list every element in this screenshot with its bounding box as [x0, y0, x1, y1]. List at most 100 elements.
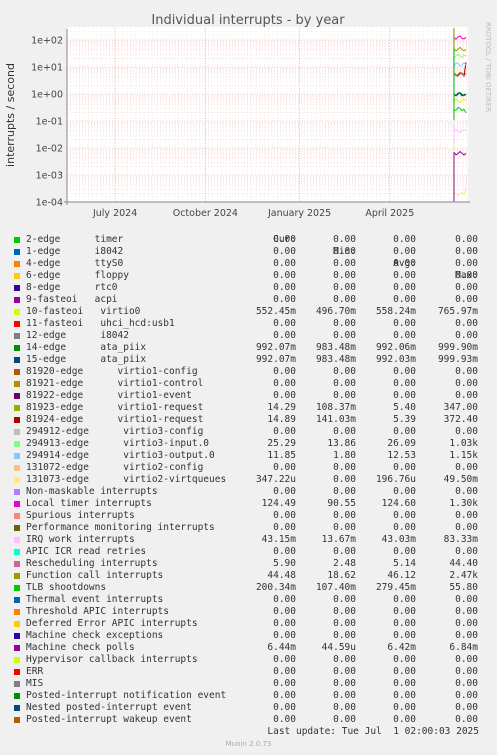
legend-row: Deferred Error APIC interrupts 0.00 0.00 0.… — [12, 618, 492, 630]
y-tick-label: 1e-03 — [36, 171, 63, 182]
legend-cur: 347.22u — [255, 474, 296, 485]
legend-max: 0.00 — [455, 258, 478, 269]
legend-swatch — [14, 429, 20, 435]
legend-cur: 0.00 — [273, 294, 296, 305]
legend-swatch — [14, 585, 20, 591]
legend-min: 0.00 — [333, 678, 356, 689]
legend-avg: 0.00 — [393, 630, 416, 641]
x-tick-label: January 2025 — [267, 208, 331, 219]
legend-min: 0.00 — [333, 630, 356, 641]
legend-min: 44.59u — [321, 642, 356, 653]
legend-min: 0.00 — [333, 690, 356, 701]
legend-row: TLB shootdowns 200.34m 107.40m 279.45m 55.80 — [12, 582, 492, 594]
x-tick-label: April 2025 — [365, 208, 414, 219]
legend-row: Performance monitoring interrupts 0.00 0.0… — [12, 522, 492, 534]
legend-row: 294914-edge virtio3-output.0 11.85 1.80 12.… — [12, 450, 492, 462]
legend-swatch — [14, 573, 20, 579]
legend-max: 0.00 — [455, 654, 478, 665]
legend-cur: 0.00 — [273, 246, 296, 257]
legend-cur: 0.00 — [273, 522, 296, 533]
legend-max: 0.00 — [455, 630, 478, 641]
legend-avg: 6.42m — [387, 642, 416, 653]
legend-row: 15-edge ata_piix 992.07m 983.48m 992.03m 999… — [12, 354, 492, 366]
legend-swatch — [14, 417, 20, 423]
legend-max: 1.30k — [449, 498, 478, 509]
legend-swatch — [14, 249, 20, 255]
legend-avg: 0.00 — [393, 714, 416, 725]
legend-max: 0.00 — [455, 318, 478, 329]
legend-max: 55.80 — [449, 582, 478, 593]
legend-max: 0.00 — [455, 366, 478, 377]
legend-min: 13.86 — [327, 438, 356, 449]
last-update: Last update: Tue Jul 1 02:00:03 2025 — [267, 726, 479, 737]
legend-label: Hypervisor callback interrupts — [26, 654, 198, 665]
legend-min: 2.48 — [333, 558, 356, 569]
legend-cur: 0.00 — [273, 426, 296, 437]
legend-min: 0.00 — [333, 246, 356, 257]
legend-label: 81920-edge virtio1-config — [26, 366, 198, 377]
legend-avg: 0.00 — [393, 366, 416, 377]
legend-cur: 0.00 — [273, 678, 296, 689]
legend-avg: 0.00 — [393, 258, 416, 269]
legend-cur: 14.29 — [267, 402, 296, 413]
legend-row: 2-edge timer 0.00 0.00 0.00 0.00 — [12, 234, 492, 246]
legend-avg: 279.45m — [375, 582, 416, 593]
y-tick-label: 1e-01 — [36, 117, 63, 128]
legend-label: 12-edge i8042 — [26, 330, 129, 341]
legend-min: 90.55 — [327, 498, 356, 509]
rrdtool-credit: RRDTOOL / TOBI OETIKER — [484, 22, 492, 112]
legend-row: Machine check polls 6.44m 44.59u 6.42m 6.84m — [12, 642, 492, 654]
legend-min: 0.00 — [333, 702, 356, 713]
legend-cur: 0.00 — [273, 510, 296, 521]
legend-swatch — [14, 369, 20, 375]
legend-row: Nested posted-interrupt event 0.00 0.00 0.0… — [12, 702, 492, 714]
legend-avg: 5.14 — [393, 558, 416, 569]
legend-min: 0.00 — [333, 666, 356, 677]
legend-max: 0.00 — [455, 486, 478, 497]
legend-avg: 0.00 — [393, 270, 416, 281]
legend-cur: 0.00 — [273, 714, 296, 725]
legend-cur: 5.90 — [273, 558, 296, 569]
legend-max: 372.40 — [443, 414, 478, 425]
legend-cur: 0.00 — [273, 462, 296, 473]
y-tick-label: 1e+00 — [31, 90, 63, 101]
legend-cur: 0.00 — [273, 270, 296, 281]
legend-cur: 0.00 — [273, 486, 296, 497]
legend-cur: 14.89 — [267, 414, 296, 425]
legend-cur: 992.07m — [255, 354, 296, 365]
legend-label: Posted-interrupt wakeup event — [26, 714, 192, 725]
legend-label: 4-edge ttyS0 — [26, 258, 124, 269]
legend-swatch — [14, 669, 20, 675]
legend-header: Cur: Min: Avg: Max: — [12, 222, 492, 281]
y-axis-label: interrupts / second — [4, 63, 17, 167]
legend-max: 0.00 — [455, 546, 478, 557]
legend-min: 0.00 — [333, 474, 356, 485]
legend-label: 81921-edge virtio1-control — [26, 378, 204, 389]
legend-avg: 43.03m — [381, 534, 416, 545]
legend-label: 131073-edge virtio2-virtqueues — [26, 474, 227, 485]
legend-max: 347.00 — [443, 402, 478, 413]
legend-row: ERR 0.00 0.00 0.00 0.00 — [12, 666, 492, 678]
legend-row: 10-fasteoi virtio0 552.45m 496.70m 558.24m 7… — [12, 306, 492, 318]
legend-label: ERR — [26, 666, 44, 677]
legend-avg: 0.00 — [393, 462, 416, 473]
legend-max: 0.00 — [455, 330, 478, 341]
legend-cur: 200.34m — [255, 582, 296, 593]
legend-avg: 0.00 — [393, 654, 416, 665]
legend-min: 0.00 — [333, 606, 356, 617]
legend-swatch — [14, 681, 20, 687]
legend-max: 0.00 — [455, 426, 478, 437]
legend-label: Local timer interrupts — [26, 498, 152, 509]
legend-max: 999.93m — [437, 354, 478, 365]
legend-row: 6-edge floppy 0.00 0.00 0.00 0.00 — [12, 270, 492, 282]
legend-row: APIC ICR read retries 0.00 0.00 0.00 0.00 — [12, 546, 492, 558]
legend-row: IRQ work interrupts 43.15m 13.67m 43.03m 83.… — [12, 534, 492, 546]
legend-label: Rescheduling interrupts — [26, 558, 158, 569]
legend-label: Machine check exceptions — [26, 630, 164, 641]
legend-row: 81924-edge virtio1-request 14.89 141.03m 5.… — [12, 414, 492, 426]
legend-min: 0.00 — [333, 618, 356, 629]
legend-cur: 0.00 — [273, 654, 296, 665]
legend-cur: 0.00 — [273, 630, 296, 641]
plot-area — [67, 27, 468, 202]
legend-avg: 12.53 — [387, 450, 416, 461]
